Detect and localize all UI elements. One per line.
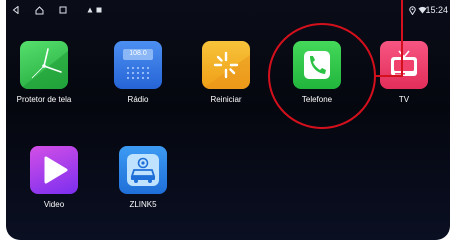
clock-icon[interactable] bbox=[20, 41, 68, 89]
app-protetor-de-tela[interactable]: Protetor de tela bbox=[9, 41, 79, 123]
app-radio[interactable]: 108.0 Rádio bbox=[103, 41, 173, 123]
location-icon bbox=[407, 4, 417, 16]
back-icon[interactable] bbox=[10, 4, 22, 16]
app-tv[interactable]: TV bbox=[369, 41, 439, 123]
notification-icon bbox=[86, 4, 94, 16]
app-label: ZLINK5 bbox=[129, 200, 157, 209]
recents-icon[interactable] bbox=[57, 4, 69, 16]
app-video[interactable]: Video bbox=[19, 146, 89, 228]
clock-time: 15:24 bbox=[425, 5, 448, 15]
status-bar: 15:24 bbox=[6, 0, 450, 20]
app-label: Rádio bbox=[127, 95, 149, 104]
restart-icon[interactable] bbox=[202, 41, 250, 89]
tv-icon[interactable] bbox=[380, 41, 428, 89]
app-label: TV bbox=[398, 95, 410, 104]
app-reiniciar[interactable]: Reiniciar bbox=[191, 41, 261, 123]
app-label: Video bbox=[43, 200, 65, 209]
media-icon bbox=[95, 4, 103, 16]
app-label: Reiniciar bbox=[210, 95, 242, 104]
app-telefone[interactable]: Telefone bbox=[282, 41, 352, 123]
radio-icon[interactable]: 108.0 bbox=[114, 41, 162, 89]
car-link-icon[interactable] bbox=[119, 146, 167, 194]
app-label: Protetor de tela bbox=[16, 95, 72, 104]
launcher-screen: 15:24 Protetor de tela 108.0 Rádio Reini… bbox=[6, 0, 450, 240]
play-icon[interactable] bbox=[30, 146, 78, 194]
app-zlink5[interactable]: ZLINK5 bbox=[108, 146, 178, 228]
app-label: Telefone bbox=[301, 95, 333, 104]
home-icon[interactable] bbox=[33, 4, 45, 16]
phone-icon[interactable] bbox=[293, 41, 341, 89]
radio-frequency: 108.0 bbox=[129, 50, 147, 57]
